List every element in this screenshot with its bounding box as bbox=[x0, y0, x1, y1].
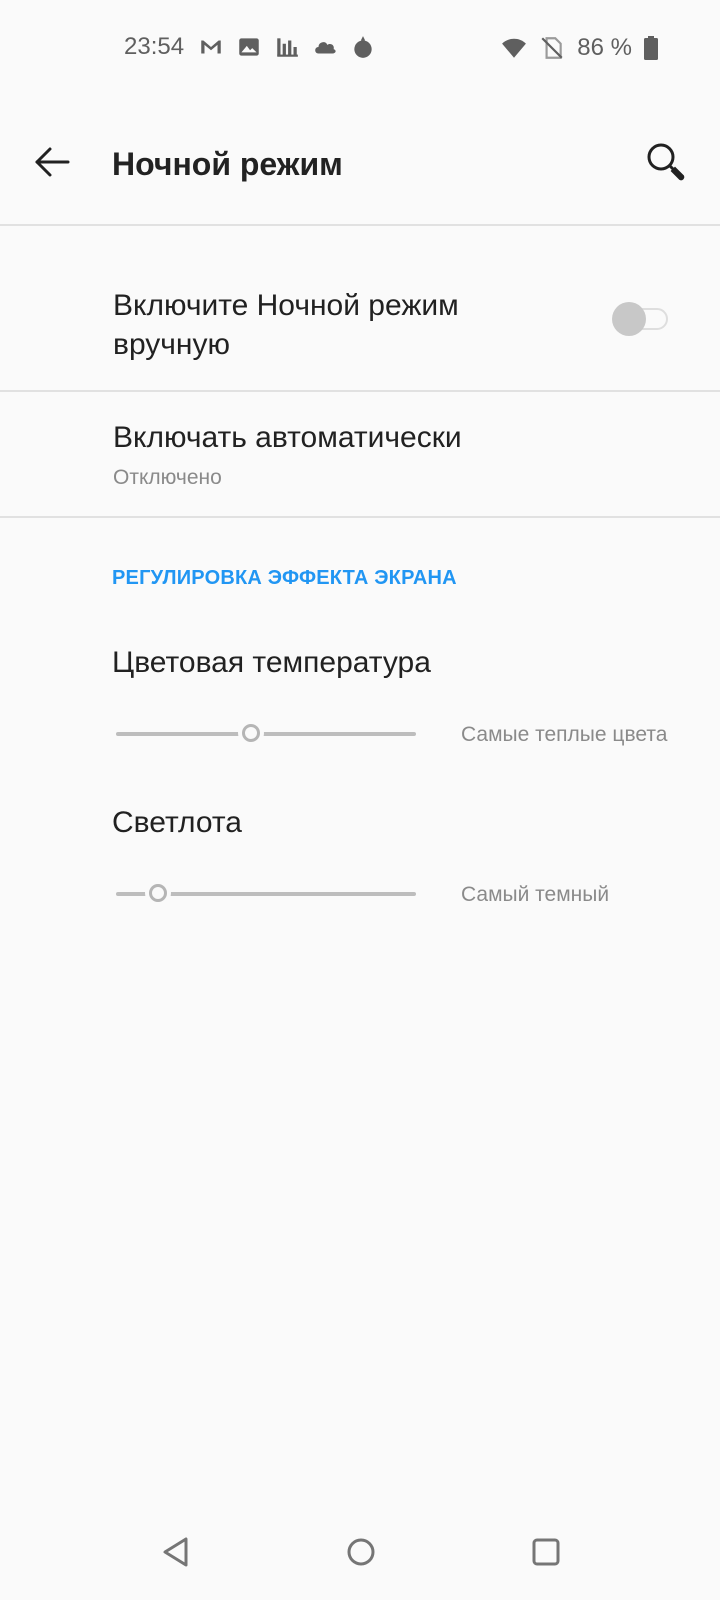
auto-enable-label: Включать автоматически bbox=[113, 421, 462, 454]
nav-back-icon bbox=[163, 1537, 188, 1567]
section-header: РЕГУЛИРОВКА ЭФФЕКТА ЭКРАНА bbox=[112, 567, 457, 589]
color-temperature-slider[interactable] bbox=[116, 722, 416, 746]
nav-recents-icon bbox=[532, 1538, 560, 1566]
toggle-thumb bbox=[612, 302, 646, 336]
no-sim-icon bbox=[541, 37, 563, 59]
color-temperature-label: Цветовая температура bbox=[112, 646, 431, 679]
nav-recents-button[interactable] bbox=[524, 1530, 568, 1574]
fire-app-icon bbox=[354, 36, 372, 58]
nav-home-button[interactable] bbox=[339, 1530, 383, 1574]
navigation-bar bbox=[0, 1504, 720, 1600]
manual-night-mode-row[interactable]: Включите Ночной режим вручную bbox=[0, 226, 720, 392]
arrow-left-icon bbox=[35, 147, 70, 177]
slider-thumb[interactable] bbox=[149, 884, 167, 902]
stats-icon bbox=[277, 38, 298, 57]
slider-track bbox=[116, 732, 416, 736]
search-icon bbox=[647, 143, 685, 181]
page-title: Ночной режим bbox=[112, 146, 343, 182]
auto-enable-status: Отключено bbox=[113, 466, 222, 489]
nav-home-icon bbox=[347, 1538, 375, 1566]
gallery-icon bbox=[239, 38, 259, 56]
gmail-icon bbox=[201, 40, 221, 54]
auto-enable-row[interactable]: Включать автоматически Отключено bbox=[0, 392, 720, 518]
color-temperature-value: Самые теплые цвета bbox=[461, 723, 668, 746]
brightness-value: Самый темный bbox=[461, 883, 610, 906]
status-bar: 23:54 86 % bbox=[0, 0, 720, 96]
nav-back-button[interactable] bbox=[154, 1530, 198, 1574]
notification-icons bbox=[198, 34, 376, 60]
manual-night-mode-label: Включите Ночной режим вручную bbox=[113, 289, 459, 361]
wifi-icon bbox=[502, 38, 527, 58]
battery-icon bbox=[644, 36, 658, 60]
status-time: 23:54 bbox=[124, 33, 185, 60]
cloud-icon bbox=[315, 42, 336, 54]
app-bar: Ночной режим bbox=[0, 96, 720, 226]
search-button[interactable] bbox=[640, 136, 692, 188]
battery-percent: 86 % bbox=[577, 34, 632, 61]
system-icons: 86 % bbox=[501, 34, 658, 62]
brightness-slider[interactable] bbox=[116, 882, 416, 906]
brightness-label: Светлота bbox=[112, 806, 242, 839]
slider-thumb[interactable] bbox=[242, 724, 260, 742]
manual-night-mode-toggle[interactable] bbox=[612, 302, 668, 336]
back-button[interactable] bbox=[28, 138, 76, 186]
